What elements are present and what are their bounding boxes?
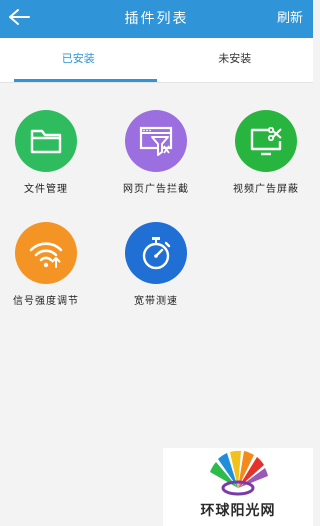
tab-not-installed-label: 未安装 bbox=[218, 52, 252, 65]
plugin-label: 网页广告拦截 bbox=[123, 184, 189, 195]
folder-icon bbox=[30, 129, 62, 154]
signal-strength-badge bbox=[15, 222, 77, 284]
watermark-text: 环球阳光网 bbox=[200, 503, 276, 519]
top-bar: 插件列表 刷新 bbox=[0, 0, 313, 38]
sun-fan-logo-icon bbox=[210, 450, 268, 496]
tab-not-installed[interactable]: 未安装 bbox=[157, 38, 314, 82]
plugin-web-ad-block[interactable]: 网页广告拦截 bbox=[104, 110, 208, 200]
speed-test-badge bbox=[125, 222, 187, 284]
page-title: 插件列表 bbox=[124, 11, 189, 27]
plugin-label: 宽带测速 bbox=[134, 296, 178, 307]
refresh-button[interactable]: 刷新 bbox=[277, 0, 303, 38]
plugin-broadband-speed-test[interactable]: 宽带测速 bbox=[104, 222, 208, 312]
tab-installed[interactable]: 已安装 bbox=[0, 38, 157, 82]
web-ad-block-badge bbox=[125, 110, 187, 172]
video-ad-block-badge bbox=[235, 110, 297, 172]
plugin-video-ad-block[interactable]: 视频广告屏蔽 bbox=[214, 110, 318, 200]
watermark-logo: 环球阳光网 bbox=[163, 448, 313, 526]
back-arrow-icon bbox=[9, 9, 30, 25]
plugin-label: 视频广告屏蔽 bbox=[233, 184, 299, 195]
tv-cut-icon bbox=[250, 126, 282, 156]
active-tab-indicator bbox=[14, 79, 157, 82]
plugin-label: 文件管理 bbox=[24, 184, 68, 195]
plugin-file-manager[interactable]: 文件管理 bbox=[0, 110, 98, 200]
plugin-label: 信号强度调节 bbox=[13, 296, 79, 307]
webpage-filter-icon bbox=[139, 126, 173, 156]
tab-bar: 已安装 未安装 bbox=[0, 38, 313, 83]
plugin-signal-strength[interactable]: 信号强度调节 bbox=[0, 222, 98, 312]
tab-installed-label: 已安装 bbox=[61, 52, 95, 65]
back-button[interactable] bbox=[6, 3, 32, 31]
wifi-signal-icon bbox=[29, 242, 63, 268]
stopwatch-icon bbox=[142, 237, 171, 270]
file-manager-badge bbox=[15, 110, 77, 172]
